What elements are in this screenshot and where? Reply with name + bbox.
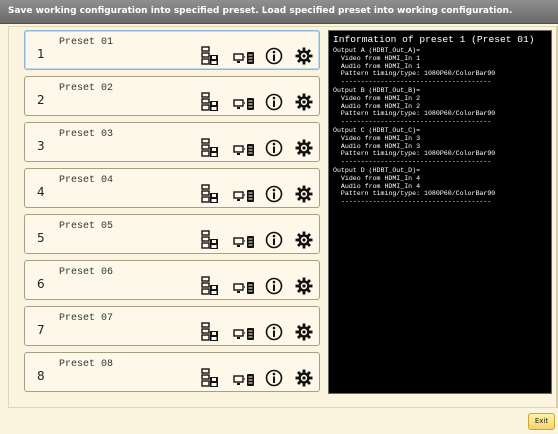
output-divider-line: -------------------------------------- [333, 78, 492, 86]
preset-name: Preset 07 [59, 313, 114, 324]
output-video-line: Video from HDMI_In 1 [333, 54, 421, 62]
preset-actions [201, 322, 313, 344]
settings-gear-icon[interactable] [295, 323, 313, 345]
output-pattern-line: Pattern timing/type: 1080P60/ColorBar90 [333, 190, 496, 198]
load-preset-icon[interactable] [233, 372, 255, 391]
output-audio-line: Audio from HDMI_In 3 [333, 142, 421, 150]
preset-row[interactable]: 4 Preset 04 [24, 168, 320, 208]
save-preset-icon[interactable] [201, 230, 219, 254]
exit-button[interactable]: Exit [528, 413, 555, 430]
settings-gear-icon[interactable] [295, 185, 313, 207]
info-icon[interactable] [265, 47, 283, 69]
preset-number: 1 [37, 47, 45, 61]
preset-name: Preset 05 [59, 221, 114, 232]
output-video-line: Video from HDMI_In 2 [333, 94, 421, 102]
output-divider-line: -------------------------------------- [333, 158, 492, 166]
output-audio-line: Audio from HDMI_In 2 [333, 102, 421, 110]
preset-number: 8 [37, 369, 45, 383]
preset-actions [201, 92, 313, 114]
info-icon[interactable] [265, 93, 283, 115]
info-panel-title: Information of preset 1 (Preset 01) [333, 34, 535, 45]
info-icon[interactable] [265, 323, 283, 345]
save-preset-icon[interactable] [201, 138, 219, 162]
preset-number: 3 [37, 139, 45, 153]
preset-row[interactable]: 3 Preset 03 [24, 122, 320, 162]
preset-number: 6 [37, 277, 45, 291]
preset-name: Preset 02 [59, 83, 114, 94]
load-preset-icon[interactable] [233, 188, 255, 207]
preset-number: 7 [37, 323, 45, 337]
output-info-block: Output B (HDBT_Out_B)= Video from HDMI_I… [333, 87, 547, 126]
preset-actions [201, 184, 313, 206]
load-preset-icon[interactable] [233, 326, 255, 345]
load-preset-icon[interactable] [233, 280, 255, 299]
save-preset-icon[interactable] [201, 322, 219, 346]
info-icon[interactable] [265, 185, 283, 207]
output-info-block: Output D (HDBT_Out_D)= Video from HDMI_I… [333, 167, 547, 206]
preset-row[interactable]: 6 Preset 06 [24, 260, 320, 300]
preset-actions [201, 276, 313, 298]
preset-name: Preset 08 [59, 359, 114, 370]
save-preset-icon[interactable] [201, 276, 219, 300]
output-header-line: Output A (HDBT_Out_A)= [333, 47, 421, 54]
preset-row[interactable]: 8 Preset 08 [24, 352, 320, 392]
preset-row[interactable]: 7 Preset 07 [24, 306, 320, 346]
output-audio-line: Audio from HDMI_In 1 [333, 62, 421, 70]
preset-number: 5 [37, 231, 45, 245]
settings-gear-icon[interactable] [295, 277, 313, 299]
info-icon[interactable] [265, 231, 283, 253]
settings-gear-icon[interactable] [295, 139, 313, 161]
output-info-block: Output A (HDBT_Out_A)= Video from HDMI_I… [333, 47, 547, 86]
info-icon[interactable] [265, 369, 283, 391]
output-video-line: Video from HDMI_In 4 [333, 174, 421, 182]
preset-number: 2 [37, 93, 45, 107]
preset-row[interactable]: 2 Preset 02 [24, 76, 320, 116]
info-panel-body: Output A (HDBT_Out_A)= Video from HDMI_I… [333, 47, 547, 206]
preset-actions [201, 230, 313, 252]
preset-actions [201, 138, 313, 160]
output-header-line: Output C (HDBT_Out_C)= [333, 126, 421, 134]
load-preset-icon[interactable] [233, 50, 255, 69]
output-video-line: Video from HDMI_In 3 [333, 134, 421, 142]
output-pattern-line: Pattern timing/type: 1080P60/ColorBar90 [333, 150, 496, 158]
save-preset-icon[interactable] [201, 46, 219, 70]
output-info-block: Output C (HDBT_Out_C)= Video from HDMI_I… [333, 127, 547, 166]
output-pattern-line: Pattern timing/type: 1080P60/ColorBar90 [333, 70, 496, 78]
output-divider-line: -------------------------------------- [333, 198, 492, 206]
preset-info-panel: Information of preset 1 (Preset 01) Outp… [328, 30, 552, 394]
info-icon[interactable] [265, 139, 283, 161]
settings-gear-icon[interactable] [295, 47, 313, 69]
preset-actions [201, 368, 313, 390]
load-preset-icon[interactable] [233, 142, 255, 161]
preset-name: Preset 04 [59, 175, 114, 186]
load-preset-icon[interactable] [233, 96, 255, 115]
settings-gear-icon[interactable] [295, 231, 313, 253]
preset-actions [201, 46, 313, 68]
load-preset-icon[interactable] [233, 234, 255, 253]
preset-name: Preset 03 [59, 129, 114, 140]
settings-gear-icon[interactable] [295, 369, 313, 391]
save-preset-icon[interactable] [201, 184, 219, 208]
preset-row[interactable]: 5 Preset 05 [24, 214, 320, 254]
output-header-line: Output B (HDBT_Out_B)= [333, 86, 421, 94]
preset-name: Preset 06 [59, 267, 114, 278]
info-icon[interactable] [265, 277, 283, 299]
footer-bar [8, 408, 558, 434]
preset-number: 4 [37, 185, 45, 199]
output-divider-line: -------------------------------------- [333, 118, 492, 126]
preset-row[interactable]: 1 Preset 01 [24, 30, 320, 70]
output-header-line: Output D (HDBT_Out_D)= [333, 166, 421, 174]
settings-gear-icon[interactable] [295, 93, 313, 115]
title-bar: Save working configuration into specifie… [0, 0, 558, 24]
title-bar-text: Save working configuration into specifie… [8, 6, 513, 16]
output-audio-line: Audio from HDMI_In 4 [333, 182, 421, 190]
save-preset-icon[interactable] [201, 92, 219, 116]
save-preset-icon[interactable] [201, 368, 219, 392]
output-pattern-line: Pattern timing/type: 1080P60/ColorBar90 [333, 110, 496, 118]
preset-name: Preset 01 [59, 37, 114, 48]
